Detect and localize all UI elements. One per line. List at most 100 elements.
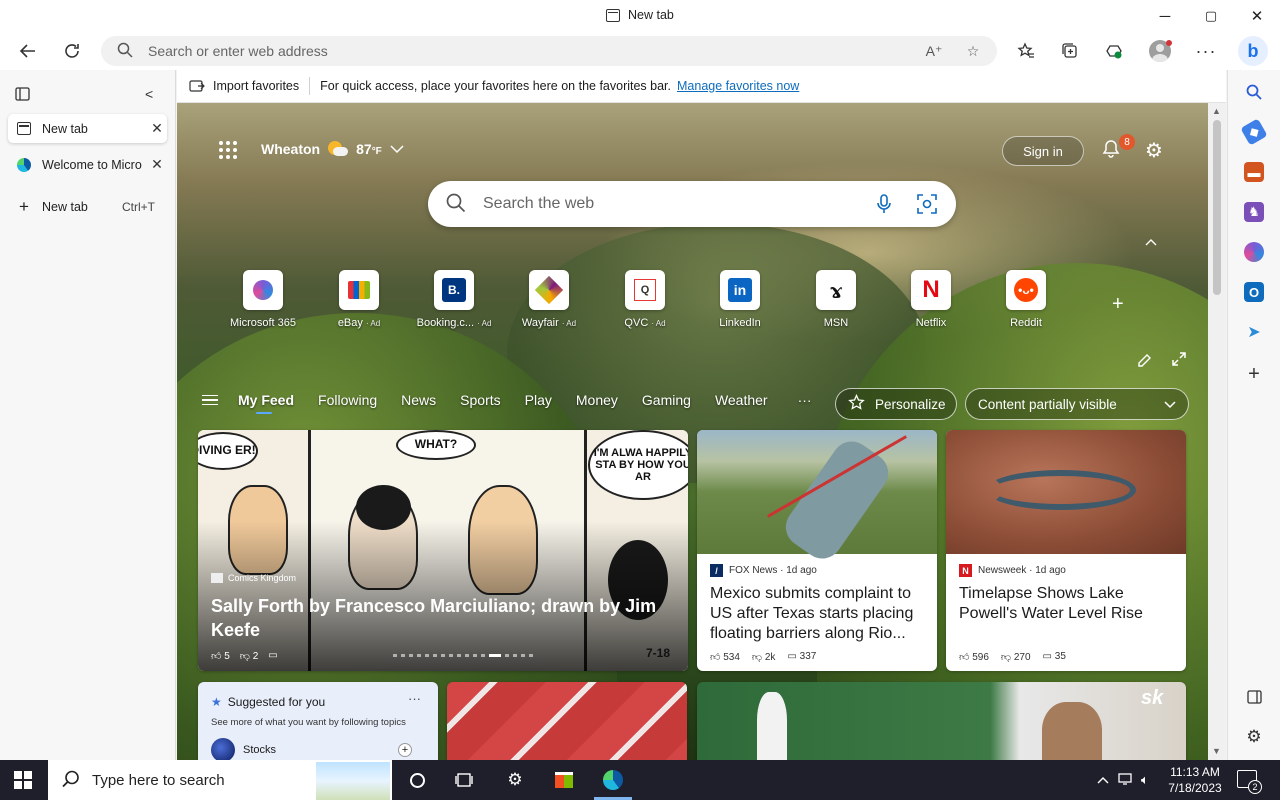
close-tab-icon[interactable]: ✕: [147, 156, 167, 173]
more-icon[interactable]: ···: [408, 691, 421, 706]
comic-card[interactable]: DIVING ER! WHAT? I'M ALWA HAPPILY STA BY…: [198, 430, 688, 671]
tab-new-tab[interactable]: New tab ✕: [8, 114, 167, 143]
quick-link-netflix[interactable]: N Netflix: [891, 270, 971, 329]
quick-link-ebay[interactable]: eBay · Ad: [319, 270, 399, 329]
article-headline[interactable]: Sally Forth by Francesco Marciuliano; dr…: [211, 594, 681, 642]
dislike-icon[interactable]: 👎︎ 270: [1001, 651, 1031, 663]
web-search-input[interactable]: [483, 193, 853, 215]
like-icon[interactable]: 👍︎ 534: [710, 651, 740, 663]
add-sidebar-app-plus-icon[interactable]: +: [1244, 363, 1264, 385]
suggested-topics-card[interactable]: ★ Suggested for you ··· See more of what…: [198, 682, 438, 760]
new-tab-button[interactable]: + New tab Ctrl+T: [8, 192, 167, 221]
tab-weather[interactable]: Weather: [715, 392, 768, 408]
quick-link-booking[interactable]: B. Booking.c... · Ad: [414, 270, 494, 329]
scrollbar-thumb[interactable]: [1213, 120, 1221, 295]
scroll-up-icon[interactable]: ▲: [1212, 106, 1221, 116]
article-headline[interactable]: Mexico submits complaint to US after Tex…: [710, 584, 928, 644]
games-chess-icon[interactable]: ♞: [1244, 202, 1264, 222]
windows-start-icon[interactable]: [14, 771, 32, 789]
sidebar-settings-gear-icon[interactable]: ⚙: [1244, 727, 1264, 747]
add-quick-link-plus-icon[interactable]: +: [1112, 293, 1124, 316]
quick-link-wayfair[interactable]: Wayfair · Ad: [509, 270, 589, 329]
page-scrollbar[interactable]: ▲ ▼: [1208, 103, 1226, 760]
show-hidden-icons-chevron-up[interactable]: [1097, 772, 1109, 787]
manage-favorites-link[interactable]: Manage favorites now: [677, 79, 799, 93]
address-bar[interactable]: A⁺ ☆: [101, 36, 997, 66]
comment-icon[interactable]: ▭: [268, 650, 277, 662]
gear-icon[interactable]: ⚙: [1145, 138, 1163, 163]
expand-icon[interactable]: [1171, 351, 1187, 370]
task-view-icon[interactable]: [449, 765, 479, 795]
edit-background-icon[interactable]: [1137, 351, 1153, 370]
article-image-card[interactable]: [447, 682, 687, 760]
refresh-icon[interactable]: [58, 37, 86, 65]
weather-widget[interactable]: Wheaton 87°F: [261, 141, 404, 157]
favorite-star-icon[interactable]: ☆: [962, 40, 984, 62]
nav-more-icon[interactable]: ···: [798, 392, 812, 408]
close-button[interactable]: ✕: [1246, 6, 1268, 26]
edge-taskbar-icon[interactable]: [598, 765, 628, 795]
tab-sports[interactable]: Sports: [460, 392, 500, 408]
microphone-icon[interactable]: [873, 193, 895, 215]
personalize-button[interactable]: Personalize: [835, 388, 957, 420]
hide-sidebar-icon[interactable]: [1244, 687, 1264, 707]
tab-news[interactable]: News: [401, 392, 436, 408]
web-search-box[interactable]: [428, 181, 956, 227]
microsoft-365-icon[interactable]: [1244, 242, 1264, 262]
settings-gear-icon[interactable]: ⚙: [500, 765, 530, 795]
bing-copilot-icon[interactable]: b: [1238, 36, 1268, 66]
quick-link-reddit[interactable]: •ᴗ• Reddit: [986, 270, 1066, 329]
chevron-up-icon[interactable]: [1145, 235, 1157, 249]
outlook-icon[interactable]: O: [1244, 282, 1264, 302]
volume-muted-icon[interactable]: 🔈︎: [1141, 772, 1149, 788]
news-card[interactable]: / FOX News · 1d ago Mexico submits compl…: [697, 430, 937, 671]
quick-link-linkedin[interactable]: in LinkedIn: [700, 270, 780, 329]
tab-money[interactable]: Money: [576, 392, 618, 408]
content-visibility-dropdown[interactable]: Content partially visible: [965, 388, 1189, 420]
comment-icon[interactable]: ▭ 35: [1043, 651, 1066, 663]
taskbar-search-box[interactable]: [48, 760, 392, 800]
quick-link-msn[interactable]: ɤ MSN: [796, 270, 876, 329]
cortana-circle-icon[interactable]: [402, 765, 432, 795]
quick-link-microsoft-365[interactable]: Microsoft 365: [223, 270, 303, 329]
tab-actions-icon[interactable]: [15, 87, 30, 104]
taskbar-clock[interactable]: 11:13 AM 7/18/2023: [1163, 764, 1227, 796]
dislike-icon[interactable]: 👎︎ 2: [240, 650, 259, 662]
news-card[interactable]: N Newsweek · 1d ago Timelapse Shows Lake…: [946, 430, 1186, 671]
browser-essentials-icon[interactable]: [1100, 37, 1128, 65]
collapse-pane-icon[interactable]: <: [145, 86, 153, 102]
follow-topic-plus-icon[interactable]: +: [398, 743, 412, 757]
scroll-down-icon[interactable]: ▼: [1212, 746, 1221, 756]
like-icon[interactable]: 👍︎ 596: [959, 651, 989, 663]
shopping-tag-icon[interactable]: ◆: [1240, 118, 1268, 146]
comment-icon[interactable]: ▭ 337: [787, 651, 816, 663]
read-aloud-icon[interactable]: A⁺: [923, 40, 945, 62]
tab-following[interactable]: Following: [318, 392, 377, 408]
tab-my-feed[interactable]: My Feed: [238, 392, 294, 414]
maximize-button[interactable]: ▢: [1200, 6, 1222, 26]
quick-link-qvc[interactable]: Q QVC · Ad: [605, 270, 685, 329]
network-icon[interactable]: [1117, 772, 1133, 789]
tab-play[interactable]: Play: [525, 392, 552, 408]
sign-in-button[interactable]: Sign in: [1002, 136, 1084, 166]
tab-welcome[interactable]: Welcome to Micro ✕: [8, 150, 167, 179]
close-tab-icon[interactable]: ✕: [147, 120, 167, 137]
dislike-icon[interactable]: 👎︎ 2k: [752, 651, 776, 663]
microsoft-store-icon[interactable]: [549, 765, 579, 795]
app-launcher-icon[interactable]: [219, 141, 237, 159]
tools-briefcase-icon[interactable]: ▬: [1244, 162, 1264, 182]
article-headline[interactable]: Timelapse Shows Lake Powell's Water Leve…: [959, 584, 1177, 624]
drop-send-icon[interactable]: ➤: [1244, 322, 1264, 342]
minimize-button[interactable]: ─: [1154, 6, 1176, 26]
tab-gaming[interactable]: Gaming: [642, 392, 691, 408]
search-icon[interactable]: [1244, 82, 1264, 102]
favorites-icon[interactable]: [1012, 37, 1040, 65]
address-input[interactable]: [148, 40, 908, 62]
import-favorites-button[interactable]: Import favorites: [189, 77, 311, 95]
more-icon[interactable]: ···: [1192, 37, 1220, 65]
visual-search-icon[interactable]: [916, 193, 938, 215]
sports-article-card[interactable]: sk: [697, 682, 1186, 760]
taskbar-search-input[interactable]: [92, 771, 292, 789]
collections-icon[interactable]: [1056, 37, 1084, 65]
like-icon[interactable]: 👍︎ 5: [211, 650, 230, 662]
